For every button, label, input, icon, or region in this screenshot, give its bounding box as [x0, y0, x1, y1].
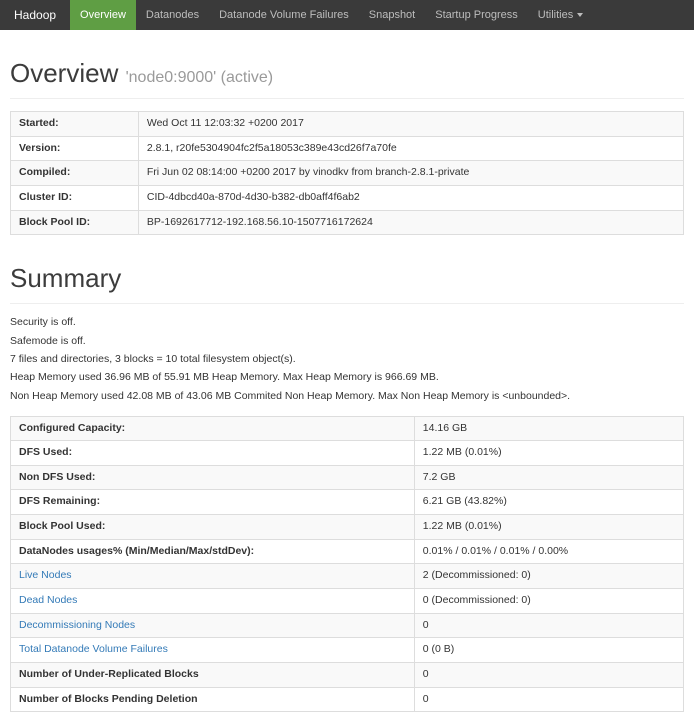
- filesystem-objects-status: 7 files and directories, 3 blocks = 10 t…: [10, 353, 684, 367]
- nav-item-datanodes[interactable]: Datanodes: [136, 0, 209, 30]
- hadoop-brand[interactable]: Hadoop: [0, 0, 70, 30]
- table-row: Cluster ID: CID-4dbcd40a-870d-4d30-b382-…: [11, 185, 684, 210]
- nav-item-utilities-dropdown[interactable]: Utilities: [528, 0, 593, 30]
- cluster-info-table: Started: Wed Oct 11 12:03:32 +0200 2017 …: [10, 111, 684, 235]
- total-datanode-volume-failures-link[interactable]: Total Datanode Volume Failures: [19, 643, 168, 655]
- table-row: Non DFS Used: 7.2 GB: [11, 465, 684, 490]
- row-value: 14.16 GB: [414, 416, 683, 441]
- row-value: 2 (Decommissioned: 0): [414, 564, 683, 589]
- live-nodes-link[interactable]: Live Nodes: [19, 569, 72, 581]
- table-row: Total Datanode Volume Failures 0 (0 B): [11, 638, 684, 663]
- row-label: Block Pool ID:: [11, 210, 139, 235]
- nav-item-overview[interactable]: Overview: [70, 0, 136, 30]
- row-value: 0: [414, 613, 683, 638]
- row-value: 6.21 GB (43.82%): [414, 490, 683, 515]
- row-label: Version:: [11, 136, 139, 161]
- row-value: 0: [414, 662, 683, 687]
- row-label: Total Datanode Volume Failures: [11, 638, 415, 663]
- chevron-down-icon: [577, 13, 583, 17]
- row-value: 1.22 MB (0.01%): [414, 441, 683, 466]
- row-label: Decommissioning Nodes: [11, 613, 415, 638]
- row-label: Non DFS Used:: [11, 465, 415, 490]
- row-label: Started:: [11, 112, 139, 137]
- row-label: Dead Nodes: [11, 588, 415, 613]
- nav-item-label: Utilities: [538, 9, 573, 21]
- row-label: Number of Under-Replicated Blocks: [11, 662, 415, 687]
- table-row: DataNodes usages% (Min/Median/Max/stdDev…: [11, 539, 684, 564]
- row-label: Cluster ID:: [11, 185, 139, 210]
- table-row: Started: Wed Oct 11 12:03:32 +0200 2017: [11, 112, 684, 137]
- heap-memory-status: Heap Memory used 36.96 MB of 55.91 MB He…: [10, 371, 684, 385]
- table-row: Live Nodes 2 (Decommissioned: 0): [11, 564, 684, 589]
- table-row: Number of Under-Replicated Blocks 0: [11, 662, 684, 687]
- table-row: DFS Used: 1.22 MB (0.01%): [11, 441, 684, 466]
- dead-nodes-link[interactable]: Dead Nodes: [19, 594, 77, 606]
- section-title: Summary: [10, 263, 121, 293]
- cluster-stats-table: Configured Capacity: 14.16 GB DFS Used: …: [10, 416, 684, 712]
- summary-heading: Summary: [10, 263, 684, 304]
- overview-heading: Overview 'node0:9000' (active): [10, 58, 684, 99]
- nav-item-snapshot[interactable]: Snapshot: [359, 0, 425, 30]
- row-label: Compiled:: [11, 161, 139, 186]
- namenode-address-subtitle: 'node0:9000' (active): [126, 69, 274, 86]
- row-label: Number of Blocks Pending Deletion: [11, 687, 415, 712]
- decommissioning-nodes-link[interactable]: Decommissioning Nodes: [19, 619, 135, 631]
- table-row: DFS Remaining: 6.21 GB (43.82%): [11, 490, 684, 515]
- table-row: Block Pool ID: BP-1692617712-192.168.56.…: [11, 210, 684, 235]
- row-value: 2.8.1, r20fe5304904fc2f5a18053c389e43cd2…: [138, 136, 683, 161]
- table-row: Compiled: Fri Jun 02 08:14:00 +0200 2017…: [11, 161, 684, 186]
- row-label: DFS Remaining:: [11, 490, 415, 515]
- row-value: 0.01% / 0.01% / 0.01% / 0.00%: [414, 539, 683, 564]
- table-row: Dead Nodes 0 (Decommissioned: 0): [11, 588, 684, 613]
- table-row: Version: 2.8.1, r20fe5304904fc2f5a18053c…: [11, 136, 684, 161]
- page-title: Overview: [10, 58, 118, 88]
- row-value: 7.2 GB: [414, 465, 683, 490]
- nav-item-datanode-volume-failures[interactable]: Datanode Volume Failures: [209, 0, 359, 30]
- page-content: Overview 'node0:9000' (active) Started: …: [0, 58, 694, 712]
- row-label: Block Pool Used:: [11, 515, 415, 540]
- row-value: 0 (0 B): [414, 638, 683, 663]
- row-value: Wed Oct 11 12:03:32 +0200 2017: [138, 112, 683, 137]
- security-status: Security is off.: [10, 316, 684, 330]
- nav-item-startup-progress[interactable]: Startup Progress: [425, 0, 528, 30]
- row-value: BP-1692617712-192.168.56.10-150771617262…: [138, 210, 683, 235]
- row-value: 1.22 MB (0.01%): [414, 515, 683, 540]
- row-value: CID-4dbcd40a-870d-4d30-b382-db0aff4f6ab2: [138, 185, 683, 210]
- row-label: DFS Used:: [11, 441, 415, 466]
- table-row: Configured Capacity: 14.16 GB: [11, 416, 684, 441]
- row-label: Live Nodes: [11, 564, 415, 589]
- table-row: Number of Blocks Pending Deletion 0: [11, 687, 684, 712]
- row-value: 0: [414, 687, 683, 712]
- table-row: Decommissioning Nodes 0: [11, 613, 684, 638]
- non-heap-memory-status: Non Heap Memory used 42.08 MB of 43.06 M…: [10, 390, 684, 404]
- safemode-status: Safemode is off.: [10, 335, 684, 349]
- row-value: Fri Jun 02 08:14:00 +0200 2017 by vinodk…: [138, 161, 683, 186]
- row-value: 0 (Decommissioned: 0): [414, 588, 683, 613]
- row-label: DataNodes usages% (Min/Median/Max/stdDev…: [11, 539, 415, 564]
- top-navbar: Hadoop Overview Datanodes Datanode Volum…: [0, 0, 694, 30]
- table-row: Block Pool Used: 1.22 MB (0.01%): [11, 515, 684, 540]
- row-label: Configured Capacity:: [11, 416, 415, 441]
- summary-status-text: Security is off. Safemode is off. 7 file…: [10, 316, 684, 403]
